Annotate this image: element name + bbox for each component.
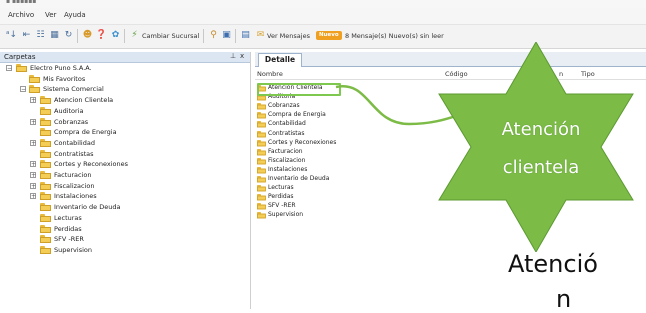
- callout-star: Atención clientela: [421, 40, 646, 254]
- star-shape: [438, 40, 634, 254]
- star-text-line1: Atención: [501, 119, 581, 140]
- annotation-label-line1: Atenció: [508, 250, 598, 278]
- star-text-line2: clientela: [502, 157, 580, 178]
